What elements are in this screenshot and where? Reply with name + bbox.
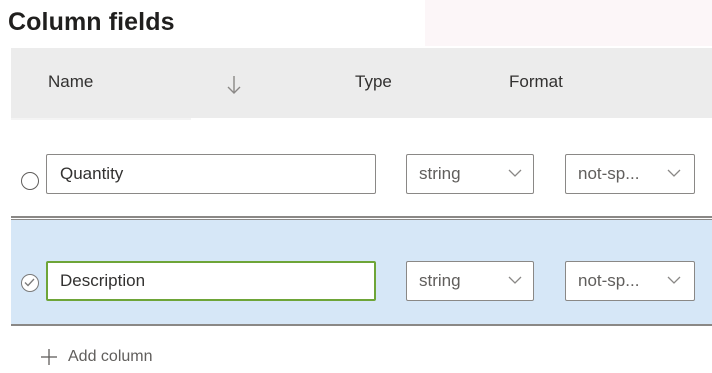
column-name-input[interactable]: [46, 154, 376, 194]
add-column-label: Add column: [68, 348, 153, 365]
column-fields-panel: Column fields Name Type Format string: [0, 0, 712, 373]
column-fields-grid: Name Type Format string not-sp...: [11, 48, 712, 326]
add-column-button[interactable]: Add column: [40, 346, 153, 368]
column-name-input[interactable]: [46, 261, 376, 301]
chevron-down-icon: [508, 276, 522, 284]
plus-icon: [41, 349, 57, 365]
type-dropdown-value: string: [419, 164, 461, 183]
chevron-down-icon: [508, 169, 522, 177]
checkmark-icon: [24, 278, 35, 287]
header-type[interactable]: Type: [355, 72, 392, 92]
row-select-radio[interactable]: [21, 172, 39, 190]
format-dropdown[interactable]: not-sp...: [565, 261, 695, 301]
type-dropdown[interactable]: string: [406, 261, 534, 301]
grid-header: Name Type Format: [11, 48, 712, 118]
row-select-radio[interactable]: [21, 274, 39, 292]
format-dropdown-value: not-sp...: [578, 271, 640, 290]
table-row[interactable]: string not-sp...: [11, 118, 712, 222]
background-tint: [425, 0, 712, 46]
format-dropdown-value: not-sp...: [578, 164, 640, 183]
chevron-down-icon: [667, 169, 681, 177]
type-dropdown-value: string: [419, 271, 461, 290]
arrow-down-icon[interactable]: [225, 75, 243, 95]
type-dropdown[interactable]: string: [406, 154, 534, 194]
chevron-down-icon: [667, 276, 681, 284]
format-dropdown[interactable]: not-sp...: [565, 154, 695, 194]
row-divider: [11, 216, 712, 218]
section-title: Column fields: [8, 8, 175, 36]
table-row-selected[interactable]: string not-sp...: [11, 219, 712, 326]
header-name[interactable]: Name: [48, 72, 93, 92]
header-format[interactable]: Format: [509, 72, 563, 92]
